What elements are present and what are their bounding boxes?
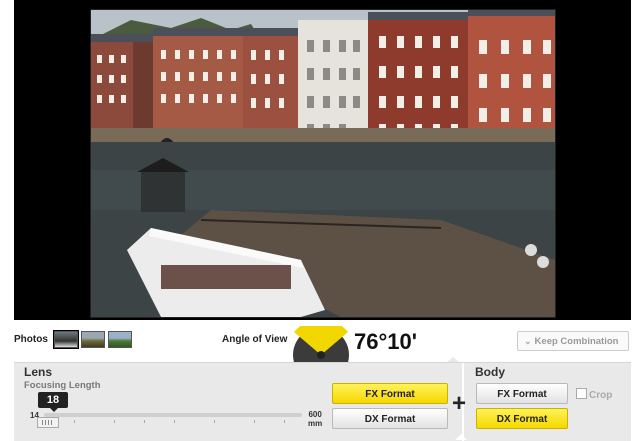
photo-viewer: [14, 0, 631, 320]
angle-of-view-dial-icon: [292, 326, 350, 362]
keep-combination-button[interactable]: ⌄ Keep Combination: [517, 331, 629, 351]
focal-unit: mm: [308, 419, 323, 428]
photos-label: Photos: [14, 334, 48, 345]
slider-tick: [174, 420, 175, 423]
slider-tick: [214, 420, 215, 423]
slider-tick: [284, 420, 285, 423]
body-title: Body: [475, 365, 505, 379]
lens-fx-format-button[interactable]: FX Format: [332, 383, 448, 404]
panel-bottom-notch: [455, 434, 467, 440]
plus-icon: +: [452, 390, 467, 417]
slider-tick: [114, 420, 115, 423]
angle-of-view-value: 76°10': [354, 329, 417, 354]
slider-tick: [144, 420, 145, 423]
body-dx-format-button[interactable]: DX Format: [476, 408, 568, 429]
focal-length-slider-handle[interactable]: [37, 417, 59, 428]
boat-canal-thumb[interactable]: [53, 330, 79, 349]
body-fx-format-button[interactable]: FX Format: [476, 383, 568, 404]
focusing-length-label: Focusing Length: [24, 380, 101, 391]
lens-dx-format-button[interactable]: DX Format: [332, 408, 448, 429]
focal-length-slider[interactable]: [44, 413, 302, 417]
focal-max-value: 600: [308, 410, 322, 419]
slider-tick: [254, 420, 255, 423]
green-landscape-thumb[interactable]: [108, 331, 132, 348]
slider-tick: [74, 420, 75, 423]
angle-of-view-label: Angle of View: [222, 334, 288, 345]
keep-combination-label: Keep Combination: [534, 336, 619, 347]
chevron-down-icon: ⌄: [524, 336, 532, 346]
field-landscape-thumb[interactable]: [81, 331, 105, 348]
crop-label: Crop: [589, 390, 613, 401]
focal-length-value: 18: [38, 392, 68, 412]
sample-photo: [90, 9, 556, 318]
focal-max-label: 600 mm: [308, 410, 322, 428]
view-controls: Photos Angle of View 76°10' ⌄ Keep Combin…: [0, 320, 640, 362]
crop-checkbox[interactable]: Crop: [576, 388, 612, 401]
checkbox-icon: [576, 388, 587, 399]
lens-body-panel: Lens Focusing Length 18 14 600 mm FX For…: [14, 362, 631, 441]
lens-title: Lens: [24, 365, 53, 379]
